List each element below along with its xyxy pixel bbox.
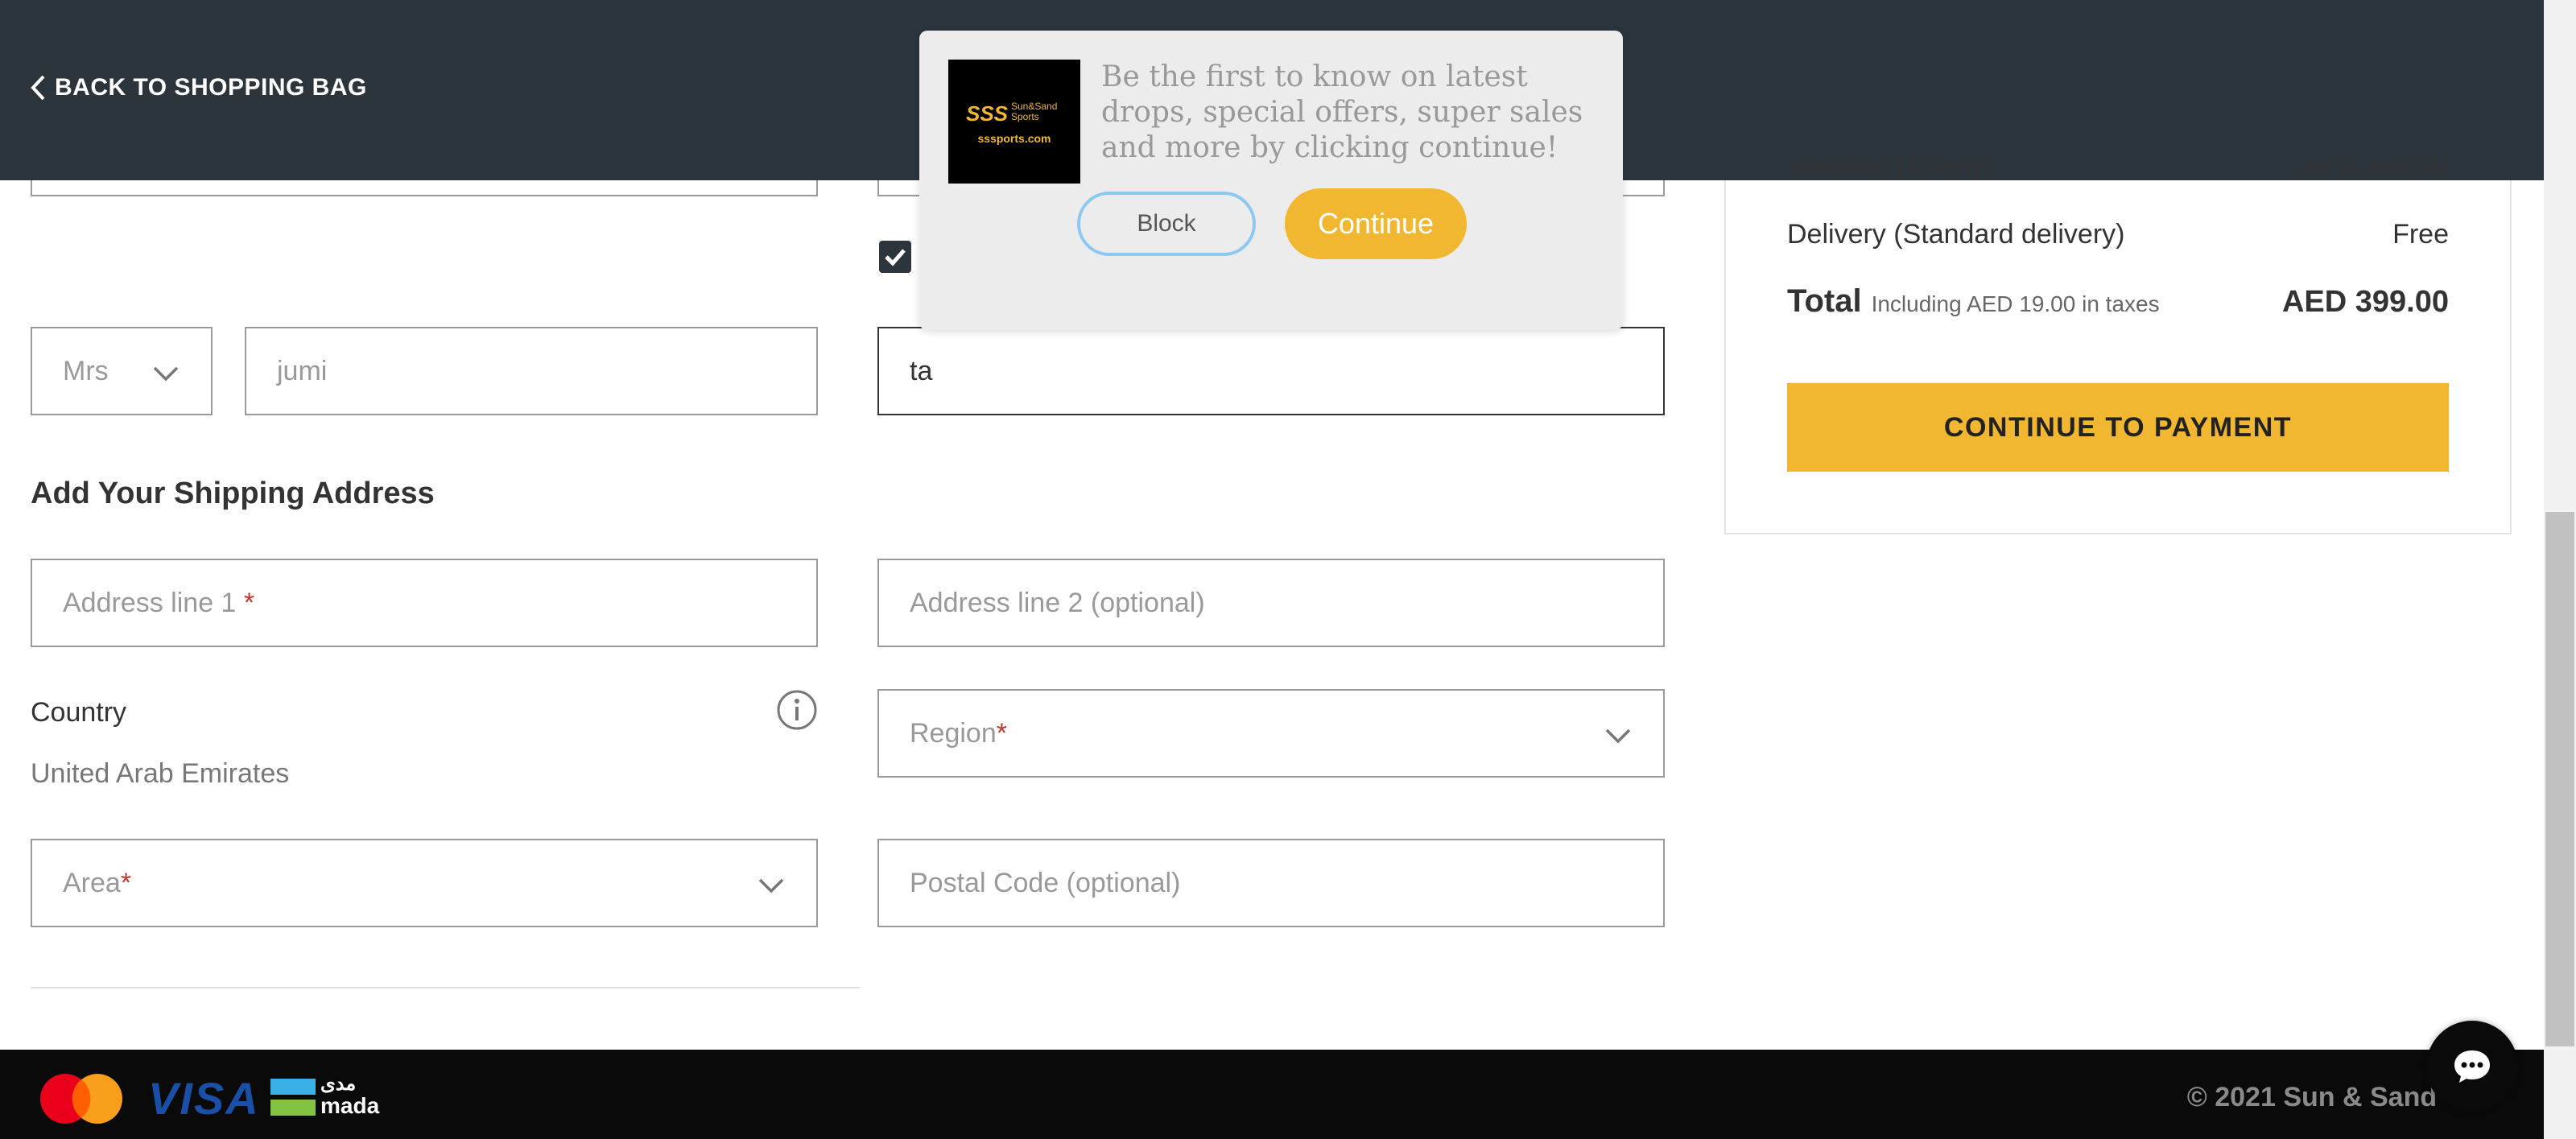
address-line-1-input[interactable]: Address line 1 * [31, 559, 818, 647]
mada-text: mada [320, 1093, 380, 1118]
required-mark: * [996, 717, 1007, 749]
title-select-value: Mrs [63, 355, 109, 386]
first-name-input[interactable]: jumi [245, 327, 818, 415]
mada-logo: مدى mada [270, 1073, 380, 1118]
back-link-label: BACK TO SHOPPING BAG [55, 74, 367, 101]
total-value: AED 399.00 [2281, 285, 2449, 319]
delivery-label: Delivery (Standard delivery) [1787, 219, 2125, 250]
required-mark: * [243, 587, 255, 618]
brand-logo: SSS Sun&Sand Sports sssports.com [948, 60, 1080, 184]
total-label: Total [1787, 283, 1862, 319]
address-line-1-placeholder: Address line 1 [63, 587, 237, 618]
chevron-down-icon [1605, 728, 1631, 744]
continue-to-payment-button[interactable]: CONTINUE TO PAYMENT [1787, 383, 2449, 472]
logo-mark: SSS [966, 101, 1009, 126]
page-footer: VISA مدى mada © 2021 Sun & Sand Sp [0, 1050, 2544, 1139]
chat-bubble-icon [2454, 1050, 2490, 1083]
country-label: Country [31, 697, 127, 728]
postal-code-input[interactable]: Postal Code (optional) [877, 839, 1665, 927]
area-select[interactable]: Area * [31, 839, 818, 927]
logo-brand-name: Sun&Sand Sports [1011, 101, 1058, 122]
push-notification-popup: SSS Sun&Sand Sports sssports.com Be the … [919, 31, 1623, 330]
continue-button[interactable]: Continue [1285, 188, 1467, 259]
mada-arabic-text: مدى [320, 1073, 357, 1095]
title-select[interactable]: Mrs [31, 327, 213, 415]
first-name-value: jumi [277, 355, 328, 386]
total-row: Total Including AED 19.00 in taxes AED 39… [1787, 283, 2449, 320]
region-select[interactable]: Region * [877, 689, 1665, 778]
delivery-row: Delivery (Standard delivery) Free [1787, 219, 2449, 250]
hidden-field-bottom-left[interactable] [31, 180, 818, 196]
mastercard-logo [40, 1074, 122, 1124]
region-placeholder: Region [910, 717, 997, 749]
back-to-bag-link[interactable]: BACK TO SHOPPING BAG [29, 74, 367, 101]
area-placeholder: Area [63, 867, 121, 898]
mada-bar-blue [270, 1079, 316, 1095]
total-label-group: Total Including AED 19.00 in taxes [1787, 283, 2160, 320]
last-name-value: ta [910, 355, 933, 386]
scrollbar-track[interactable] [2544, 0, 2576, 1139]
checkout-page: BACK TO SHOPPING BAG Mrs jumi ta Add You… [0, 0, 2576, 1139]
postal-code-placeholder: Postal Code (optional) [910, 867, 1181, 898]
scrollbar-thumb[interactable] [2545, 512, 2574, 1046]
consent-checkbox[interactable] [879, 241, 911, 273]
subtotal-row: Subtotal (1 item) AED 399.00 [1787, 161, 2449, 180]
block-button[interactable]: Block [1077, 192, 1256, 256]
checkmark-icon [885, 249, 906, 266]
mada-bar-green [270, 1100, 316, 1116]
delivery-value: Free [2392, 219, 2449, 250]
chevron-down-icon [758, 878, 784, 893]
total-tax-note: Including AED 19.00 in taxes [1871, 291, 2160, 316]
logo-url: sssports.com [977, 132, 1051, 145]
last-name-input[interactable]: ta [877, 327, 1665, 415]
shipping-address-heading: Add Your Shipping Address [31, 477, 435, 510]
chat-button[interactable] [2426, 1021, 2518, 1112]
chevron-left-icon [31, 75, 45, 101]
subtotal-value: AED 399.00 [2301, 161, 2449, 180]
address-line-2-placeholder: Address line 2 (optional) [910, 587, 1205, 618]
country-value: United Arab Emirates [31, 758, 290, 789]
required-mark: * [120, 867, 132, 898]
address-line-2-input[interactable]: Address line 2 (optional) [877, 559, 1665, 647]
info-icon[interactable] [776, 689, 818, 731]
visa-logo: VISA [148, 1073, 260, 1124]
subtotal-label: Subtotal (1 item) [1787, 161, 1988, 180]
popup-message: Be the first to know on latest drops, sp… [1101, 60, 1583, 164]
chevron-down-icon [153, 366, 179, 382]
form-divider [31, 987, 860, 988]
